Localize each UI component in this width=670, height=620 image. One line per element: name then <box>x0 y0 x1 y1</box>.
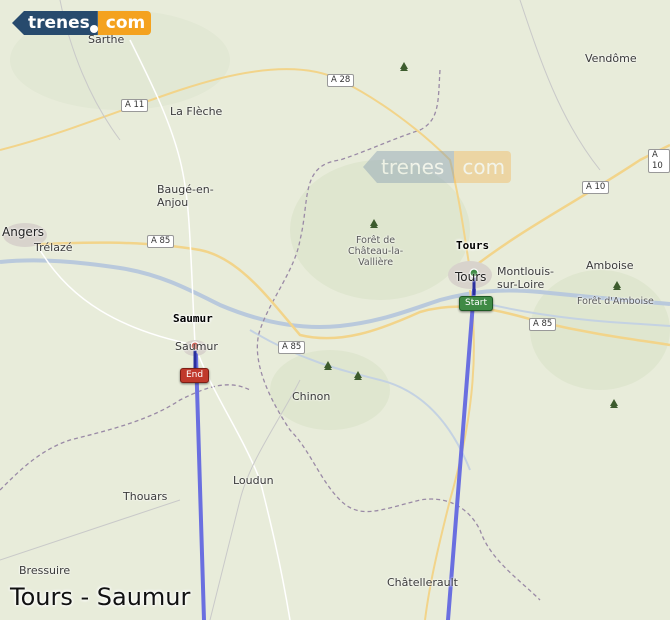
place-amboise: Amboise <box>586 259 634 272</box>
place-montlouis: Montlouis- sur-Loire <box>497 265 555 291</box>
road-shield-a85-west: A 85 <box>147 235 175 248</box>
road-shield-a28: A 28 <box>327 74 355 87</box>
place-bauge: Baugé-en- Anjou <box>157 183 214 209</box>
place-bressuire: Bressuire <box>19 564 71 577</box>
place-tours-map: Tours <box>455 270 487 284</box>
road-shield-a10: A 10 <box>582 181 610 194</box>
logo-left: trenes <box>12 11 98 35</box>
place-foret-amboise: Forêt d'Amboise <box>577 296 654 307</box>
place-chinon: Chinon <box>292 390 331 403</box>
place-la-fleche: La Flèche <box>170 105 223 118</box>
road-shield-a85-mid: A 85 <box>278 341 306 354</box>
place-loudun: Loudun <box>233 474 274 487</box>
start-marker-button[interactable]: Start <box>459 296 493 311</box>
place-foret-chateau: Forêt de Château-la- Vallière <box>348 235 404 268</box>
destination-city-label: Saumur <box>173 312 213 325</box>
origin-city-label: Tours <box>456 239 490 252</box>
watermark-right: com <box>454 151 512 183</box>
logo-dot-icon <box>90 25 98 33</box>
watermark-left: trenes <box>363 151 455 183</box>
place-angers: Angers <box>2 225 44 239</box>
site-logo[interactable]: trenes com <box>12 10 152 36</box>
road-shield-a85-east: A 85 <box>529 318 557 331</box>
road-shield-a10-east: A 10 <box>648 149 670 173</box>
route-title: Tours - Saumur <box>10 583 191 611</box>
end-marker-button[interactable]: End <box>180 368 210 383</box>
logo-right: com <box>97 11 152 35</box>
map-canvas[interactable] <box>0 0 670 620</box>
place-vendome: Vendôme <box>585 52 637 65</box>
watermark-logo: trenes com <box>363 151 512 183</box>
place-thouars: Thouars <box>123 490 168 503</box>
place-trelaze: Trélazé <box>34 241 73 254</box>
road-shield-a11: A 11 <box>121 99 149 112</box>
place-chatellerault: Châtellerault <box>387 576 458 589</box>
place-saumur-map: Saumur <box>175 340 218 353</box>
